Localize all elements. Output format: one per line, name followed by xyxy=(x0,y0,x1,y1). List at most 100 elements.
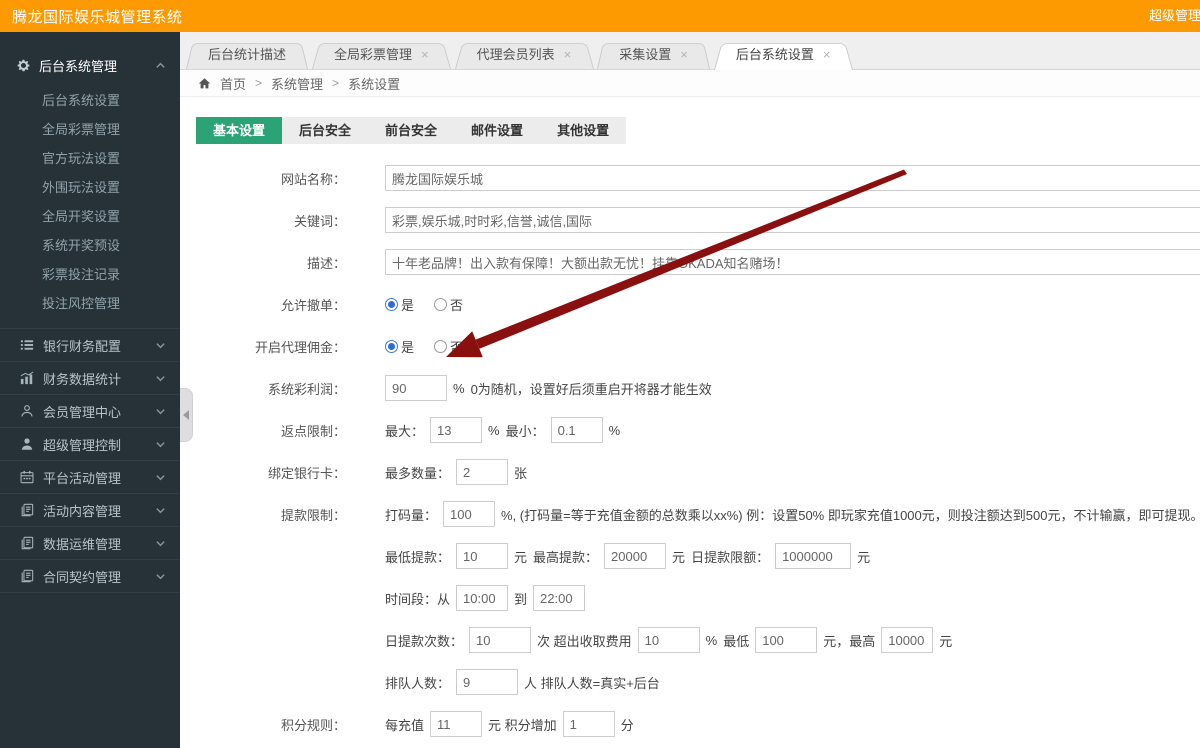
chart-icon xyxy=(20,371,34,385)
form-text: % xyxy=(488,422,500,438)
form-label: 系统彩利润： xyxy=(267,381,346,397)
agent-commission-no-radio[interactable]: 否 xyxy=(434,337,463,356)
sidebar-subitem[interactable]: 全局彩票管理 xyxy=(0,115,180,144)
form-text: 元 xyxy=(672,549,686,565)
form-text: 分 xyxy=(620,717,634,733)
agent-commission-yes-radio[interactable]: 是 xyxy=(385,337,414,356)
sidebar-submenu: 后台系统设置 全局彩票管理 官方玩法设置 外围玩法设置 全局开奖设置 系统开奖预设 彩票投注… xyxy=(0,82,180,328)
main-tab[interactable]: 后台统计描述 × xyxy=(186,40,308,69)
settings-subtab[interactable]: 基本设置 xyxy=(196,117,283,144)
settings-subtab[interactable]: 后台安全 xyxy=(282,117,368,144)
radio-icon xyxy=(385,339,398,353)
withdraw-daily-limit-input[interactable] xyxy=(775,543,852,569)
description-input[interactable] xyxy=(385,249,1200,275)
sidebar-group-item[interactable]: 银行财务配置 xyxy=(0,329,180,362)
sidebar-group-item[interactable]: 活动内容管理 xyxy=(0,494,180,527)
user-menu[interactable]: 超级管理员 xyxy=(1149,0,1200,32)
main-tab[interactable]: 后台系统设置 × xyxy=(714,40,853,69)
sidebar-group-item[interactable]: 超级管理控制 xyxy=(0,428,180,461)
chevron-down-icon xyxy=(155,505,166,516)
home-icon[interactable] xyxy=(198,77,211,90)
allow-cancel-yes-radio[interactable]: 是 xyxy=(385,295,414,314)
settings-subtab[interactable]: 邮件设置 xyxy=(454,117,540,144)
time-from-input[interactable] xyxy=(456,585,509,611)
form-row: 绑定银行卡： 最多数量： 张 xyxy=(196,459,1200,485)
sidebar-subitem[interactable]: 全局开奖设置 xyxy=(0,202,180,231)
sidebar-collapse-handle[interactable] xyxy=(180,388,193,442)
sidebar-group-item[interactable]: 会员管理中心 xyxy=(0,395,180,428)
main-tab[interactable]: 代理会员列表 × xyxy=(455,40,594,69)
sidebar-subitem[interactable]: 外围玩法设置 xyxy=(0,173,180,202)
form-text: % xyxy=(453,380,465,396)
settings-subtab[interactable]: 其他设置 xyxy=(540,117,626,144)
queue-count-input[interactable] xyxy=(456,669,519,695)
settings-subtab[interactable]: 前台安全 xyxy=(368,117,454,144)
sidebar-subitem[interactable]: 官方玩法设置 xyxy=(0,144,180,173)
breadcrumb: 首页 > 系统管理 > 系统设置 xyxy=(180,70,1200,97)
sidebar-subitem[interactable]: 系统开奖预设 xyxy=(0,231,180,260)
form-text: 元 xyxy=(939,633,953,649)
chevron-down-icon xyxy=(155,373,166,384)
breadcrumb-home[interactable]: 首页 xyxy=(220,74,246,93)
sidebar-group-item[interactable]: 平台活动管理 xyxy=(0,461,180,494)
sidebar-group-item[interactable]: 数据运维管理 xyxy=(0,527,180,560)
close-icon[interactable]: × xyxy=(421,48,429,61)
daily-withdraw-count-input[interactable] xyxy=(469,627,532,653)
excess-fee-min-input[interactable] xyxy=(755,627,818,653)
form-text: 元 积分增加 xyxy=(488,717,557,733)
form-label: 网站名称： xyxy=(280,171,346,187)
form-text: 日提款次数： xyxy=(385,633,464,649)
close-icon[interactable]: × xyxy=(823,48,831,61)
bankcard-max-input[interactable] xyxy=(456,459,509,485)
form-text: % xyxy=(705,632,718,648)
form-row: 返点限制： 最大：% 最小：% xyxy=(196,417,1200,443)
radio-icon xyxy=(385,297,398,311)
excess-fee-percent-input[interactable] xyxy=(637,627,700,653)
recharge-amount-input[interactable] xyxy=(430,711,483,737)
gear-icon xyxy=(16,58,31,73)
chevron-down-icon xyxy=(155,439,166,450)
close-icon[interactable]: × xyxy=(564,48,572,61)
form-text: 0为随机，设置好后须重启开将器才能生效 xyxy=(470,381,712,397)
main-tab[interactable]: 采集设置 × xyxy=(597,40,710,69)
form-label: 积分规则： xyxy=(280,717,346,733)
time-to-input[interactable] xyxy=(533,585,586,611)
form-row: 日提款次数： 次 超出收取费用% 最低 元，最高 元 xyxy=(196,627,1200,653)
chevron-down-icon xyxy=(155,406,166,417)
wager-rate-input[interactable] xyxy=(443,501,496,527)
form-row: 系统彩利润： % 0为随机，设置好后须重启开将器才能生效 xyxy=(196,375,1200,401)
form-row: 积分规则： 每充值 元 积分增加 分 xyxy=(196,711,1200,737)
form-text: 元，最高 xyxy=(823,633,876,649)
breadcrumb-system-management[interactable]: 系统管理 xyxy=(271,74,323,93)
sidebar-subitem[interactable]: 后台系统设置 xyxy=(0,86,180,115)
close-icon[interactable]: × xyxy=(680,48,688,61)
keywords-input[interactable] xyxy=(385,207,1200,233)
breadcrumb-separator: > xyxy=(255,76,263,90)
withdraw-max-input[interactable] xyxy=(604,543,667,569)
radio-icon xyxy=(434,297,448,311)
main-tab[interactable]: 全局彩票管理 × xyxy=(312,40,451,69)
withdraw-min-input[interactable] xyxy=(456,543,509,569)
form-text: 最低提款： xyxy=(385,549,451,565)
rebate-min-input[interactable] xyxy=(550,417,603,443)
site-name-input[interactable] xyxy=(385,165,1200,191)
chevron-down-icon xyxy=(155,340,166,351)
sidebar-subitem[interactable]: 投注风控管理 xyxy=(0,289,180,318)
form-row: 最低提款：元最高提款：元日提款限额：元 xyxy=(196,543,1200,569)
sidebar-item-backend-system[interactable]: 后台系统管理 xyxy=(0,48,180,82)
sidebar-group-item[interactable]: 合同契约管理 xyxy=(0,560,180,593)
breadcrumb-system-settings[interactable]: 系统设置 xyxy=(348,74,400,93)
book-icon xyxy=(20,569,34,583)
form-label: 关键词： xyxy=(293,213,346,229)
form-text: 时间段：从 xyxy=(385,591,451,607)
points-gain-input[interactable] xyxy=(562,711,615,737)
excess-fee-max-input[interactable] xyxy=(881,627,934,653)
system-profit-input[interactable] xyxy=(385,375,447,401)
app-title: 腾龙国际娱乐城管理系统 xyxy=(12,8,183,26)
rebate-max-input[interactable] xyxy=(430,417,483,443)
allow-cancel-no-radio[interactable]: 否 xyxy=(434,295,463,314)
form-row: 排队人数： 人 排队人数=真实+后台 xyxy=(196,669,1200,695)
breadcrumb-separator: > xyxy=(332,76,340,90)
sidebar-group-item[interactable]: 财务数据统计 xyxy=(0,362,180,395)
sidebar-subitem[interactable]: 彩票投注记录 xyxy=(0,260,180,289)
